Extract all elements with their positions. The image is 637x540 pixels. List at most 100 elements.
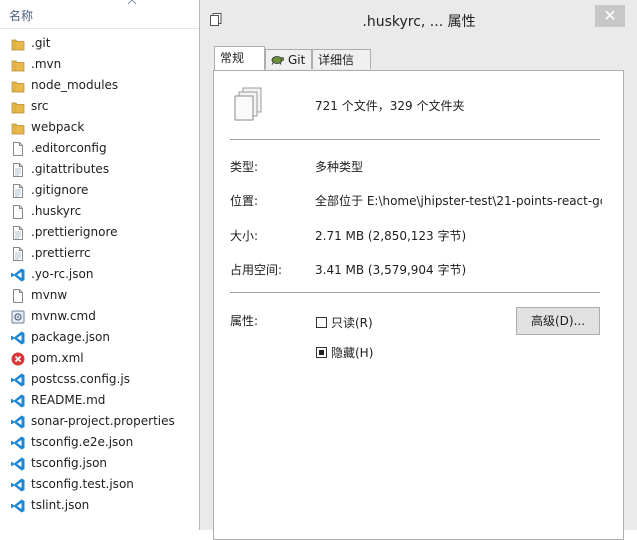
file-row[interactable]: .yo-rc.json bbox=[0, 264, 200, 285]
file-name: tsconfig.json bbox=[31, 456, 108, 470]
vscode-icon bbox=[11, 478, 25, 492]
size-value: 2.71 MB (2,850,123 字节) bbox=[315, 229, 467, 243]
multiple-files-icon bbox=[234, 87, 262, 121]
sort-ascending-icon bbox=[127, 0, 137, 5]
document-icon bbox=[13, 289, 23, 303]
file-row[interactable]: pom.xml bbox=[0, 348, 200, 369]
file-name: src bbox=[31, 99, 49, 113]
separator bbox=[230, 292, 600, 293]
advanced-button[interactable]: 高级(D)... bbox=[516, 307, 600, 335]
readonly-checkbox[interactable] bbox=[316, 317, 327, 328]
file-row[interactable]: mvnw.cmd bbox=[0, 306, 200, 327]
file-name: mvnw.cmd bbox=[31, 309, 96, 323]
size-on-disk-label: 占用空间: bbox=[230, 263, 283, 277]
file-name: package.json bbox=[31, 330, 111, 344]
folder-icon bbox=[11, 39, 25, 51]
dialog-title: .huskyrc, ... 属性 bbox=[362, 14, 476, 30]
file-count-text: 721 个文件，329 个文件夹 bbox=[315, 99, 465, 113]
file-explorer: 名称 .git .mvn node_modulessrc webpack .editor… bbox=[0, 0, 200, 530]
vscode-icon bbox=[11, 373, 25, 387]
text-file-icon bbox=[13, 247, 23, 261]
file-row[interactable]: .huskyrc bbox=[0, 201, 200, 222]
readonly-label[interactable]: 只读(R) bbox=[331, 314, 373, 331]
file-row[interactable]: webpack bbox=[0, 117, 200, 138]
file-name: .prettierrc bbox=[31, 246, 91, 260]
title-bar[interactable]: .huskyrc, ... 属性 ✕ bbox=[200, 0, 637, 40]
file-list: .git .mvn node_modulessrc webpack .editorcon… bbox=[0, 33, 200, 516]
folder-icon bbox=[11, 102, 25, 114]
file-row[interactable]: .git bbox=[0, 33, 200, 54]
hidden-checkbox[interactable] bbox=[316, 347, 327, 358]
tab-general[interactable]: 常规 bbox=[214, 46, 265, 70]
general-tab-panel: 721 个文件，329 个文件夹 类型: 多种类型 位置: 全部位于 E:\ho… bbox=[213, 70, 624, 540]
text-file-icon bbox=[13, 226, 23, 240]
separator bbox=[230, 139, 600, 140]
file-row[interactable]: README.md bbox=[0, 390, 200, 411]
file-row[interactable]: mvnw bbox=[0, 285, 200, 306]
file-name: tsconfig.test.json bbox=[31, 477, 134, 491]
type-value: 多种类型 bbox=[315, 160, 364, 174]
text-file-icon bbox=[13, 163, 23, 177]
properties-dialog: .huskyrc, ... 属性 ✕ 常规 Git 详细信息 721 个文件，3… bbox=[199, 0, 637, 540]
file-row[interactable]: src bbox=[0, 96, 200, 117]
file-row[interactable]: .mvn bbox=[0, 54, 200, 75]
document-icon bbox=[13, 142, 23, 156]
text-file-icon bbox=[13, 184, 23, 198]
file-row[interactable]: tsconfig.test.json bbox=[0, 474, 200, 495]
file-row[interactable]: .gitignore bbox=[0, 180, 200, 201]
file-name: .yo-rc.json bbox=[31, 267, 94, 281]
vscode-icon bbox=[11, 457, 25, 471]
file-name: tsconfig.e2e.json bbox=[31, 435, 134, 449]
vscode-icon bbox=[11, 436, 25, 450]
attributes-label: 属性: bbox=[230, 314, 259, 328]
file-row[interactable]: postcss.config.js bbox=[0, 369, 200, 390]
file-row[interactable]: package.json bbox=[0, 327, 200, 348]
type-label: 类型: bbox=[230, 160, 259, 174]
file-row[interactable]: tsconfig.e2e.json bbox=[0, 432, 200, 453]
vscode-icon bbox=[11, 394, 25, 408]
tab-git-label: Git bbox=[288, 53, 306, 67]
file-row[interactable]: sonar-project.properties bbox=[0, 411, 200, 432]
file-name: node_modules bbox=[31, 78, 119, 92]
vscode-icon bbox=[11, 499, 25, 513]
file-row[interactable]: .editorconfig bbox=[0, 138, 200, 159]
file-row[interactable]: node_modules bbox=[0, 75, 200, 96]
name-column-label: 名称 bbox=[9, 9, 34, 23]
script-icon bbox=[11, 310, 25, 324]
location-label: 位置: bbox=[230, 194, 259, 208]
file-name: .editorconfig bbox=[31, 141, 107, 155]
size-on-disk-value: 3.41 MB (3,579,904 字节) bbox=[315, 263, 467, 277]
file-row[interactable]: tsconfig.json bbox=[0, 453, 200, 474]
close-button[interactable]: ✕ bbox=[595, 5, 625, 27]
location-value: 全部位于 E:\home\jhipster-test\21-points-rea… bbox=[315, 194, 602, 208]
file-name: .gitignore bbox=[31, 183, 89, 197]
file-name: sonar-project.properties bbox=[31, 414, 175, 428]
folder-icon bbox=[11, 123, 25, 135]
file-name: README.md bbox=[31, 393, 106, 407]
file-name: pom.xml bbox=[31, 351, 84, 365]
folder-icon bbox=[11, 81, 25, 93]
tab-details[interactable]: 详细信息 bbox=[312, 49, 371, 87]
file-row[interactable]: .gitattributes bbox=[0, 159, 200, 180]
indeterminate-mark bbox=[319, 350, 324, 355]
file-name: .git bbox=[31, 36, 51, 50]
file-row[interactable]: .prettierrc bbox=[0, 243, 200, 264]
vscode-icon bbox=[11, 268, 25, 282]
hidden-label[interactable]: 隐藏(H) bbox=[331, 344, 373, 361]
file-name: .gitattributes bbox=[31, 162, 110, 176]
xml-icon bbox=[11, 352, 25, 366]
folder-icon bbox=[11, 60, 25, 72]
vscode-icon bbox=[11, 415, 25, 429]
file-row[interactable]: tslint.json bbox=[0, 495, 200, 516]
file-name: postcss.config.js bbox=[31, 372, 130, 386]
vscode-icon bbox=[11, 331, 25, 345]
file-name: .mvn bbox=[31, 57, 62, 71]
document-icon bbox=[13, 205, 23, 219]
size-label: 大小: bbox=[230, 229, 259, 243]
file-name: mvnw bbox=[31, 288, 68, 302]
tortoise-git-icon bbox=[271, 56, 284, 65]
name-column-header[interactable]: 名称 bbox=[0, 0, 200, 29]
tab-git[interactable]: Git bbox=[265, 49, 312, 69]
file-name: tslint.json bbox=[31, 498, 90, 512]
file-row[interactable]: .prettierignore bbox=[0, 222, 200, 243]
